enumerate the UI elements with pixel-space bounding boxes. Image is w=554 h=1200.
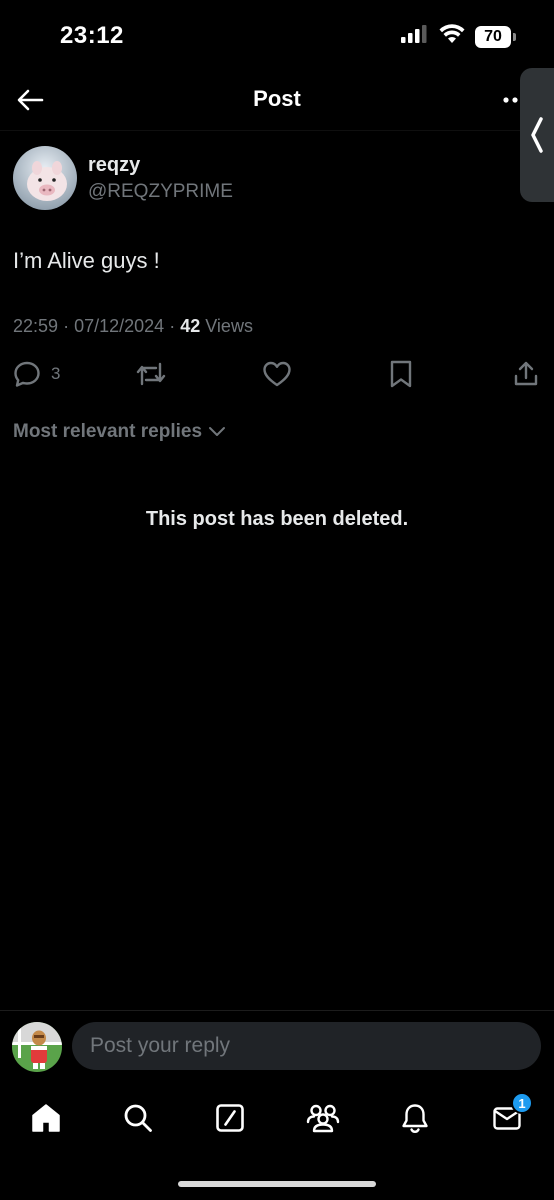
repost-button[interactable] [135,358,167,390]
tab-notifications[interactable] [395,1098,435,1138]
current-user-avatar[interactable] [12,1022,62,1072]
meta-separator: · [63,316,70,336]
chevron-down-icon [209,427,226,436]
post-meta: 22:59 · 07/12/2024 · 42 Views [13,316,253,337]
wifi-icon [439,24,465,49]
battery-tip [513,32,516,41]
like-icon [263,361,291,387]
reply-divider [0,1010,554,1011]
user-handle[interactable]: @REQZYPRIME [88,181,233,203]
tab-messages[interactable]: 1 [487,1092,533,1138]
bookmark-button[interactable] [388,358,414,390]
post-date: 07/12/2024 [74,316,165,336]
grok-icon [216,1104,244,1132]
reply-icon [14,361,40,387]
reply-button[interactable]: 3 [13,358,60,390]
home-icon [32,1104,60,1132]
tab-home[interactable] [26,1098,66,1138]
post-text: I’m Alive guys ! [13,248,160,273]
notifications-icon [402,1104,428,1134]
status-icons: 70 [401,24,516,49]
chevron-left-icon [531,117,543,153]
meta-separator: · [169,316,176,336]
header: Post [0,72,554,130]
share-icon [514,361,538,386]
header-divider [0,130,520,131]
status-bar: 23:12 70 [0,0,554,72]
replies-sort-label: Most relevant replies [13,421,203,442]
side-panel-handle[interactable] [520,68,554,202]
page-title: Post [253,86,301,111]
views-count[interactable]: 42 [180,316,200,336]
share-button[interactable] [512,358,540,390]
replies-sort-toggle[interactable]: Most relevant replies [13,421,226,443]
status-time: 23:12 [60,22,124,49]
communities-icon [306,1104,340,1133]
avatar[interactable] [13,146,77,210]
tab-grok[interactable] [210,1098,250,1138]
display-name[interactable]: reqzy [88,154,140,177]
search-icon [124,1104,152,1132]
signal-icon [401,25,429,48]
post-time: 22:59 [13,316,59,336]
home-indicator [178,1181,376,1187]
repost-icon [136,362,166,386]
tab-communities[interactable] [303,1098,343,1138]
reply-input[interactable] [72,1022,541,1070]
views-label[interactable]: Views [205,316,253,336]
messages-badge: 1 [511,1092,533,1114]
battery-level: 70 [475,25,511,48]
battery-icon: 70 [475,25,516,48]
bookmark-icon [390,360,412,388]
deleted-post-message: This post has been deleted. [145,508,409,530]
like-button[interactable] [262,358,292,390]
reply-bar [0,1022,554,1072]
post-actions: 3 [0,358,554,394]
bottom-tab-bar: 1 [0,1088,554,1148]
tab-search[interactable] [118,1098,158,1138]
reply-count: 3 [51,364,61,383]
